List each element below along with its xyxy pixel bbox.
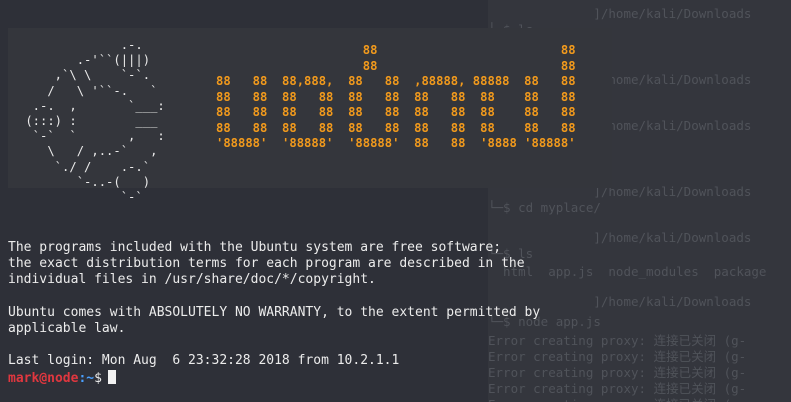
background-terminal-line: └─$ cd myplace/ xyxy=(488,200,601,215)
wordmark-line: 88 88 xyxy=(216,43,576,57)
logo-line: .-. , `___: xyxy=(18,98,165,113)
motd-line xyxy=(8,337,540,353)
wordmark-line: 88 88 88 88 88 88 88 88 88 88 88 xyxy=(216,120,576,135)
prompt-path: :~ xyxy=(78,370,95,386)
prompt-user-host: mark@node xyxy=(8,370,79,386)
background-terminal-line: ]/home/kali/Downloads xyxy=(488,6,752,21)
motd-line xyxy=(8,289,540,305)
motd-line: Ubuntu comes with ABSOLUTELY NO WARRANTY… xyxy=(8,304,541,320)
logo-line: \ / ,..-` , xyxy=(18,144,158,159)
logo-line: `-` ` , : xyxy=(18,129,165,144)
motd-line: applicable law. xyxy=(8,320,126,336)
logo-line: / \ '``-. ` xyxy=(18,83,158,98)
logo-line: (:::) : ___ xyxy=(18,114,158,129)
ubuntu-ascii-logo: .-. .-'``(|||) ,`\ \ `-`. / \ '``-. ` .-… xyxy=(18,38,165,205)
logo-line: .-'``(|||) xyxy=(18,53,151,68)
logo-line: `-` xyxy=(18,190,143,205)
wordmark-line: 88 88 88,888, 88 88 ,88888, 88888 88 88 xyxy=(216,74,576,88)
last-login-line: Last login: Mon Aug 6 23:32:28 2018 from… xyxy=(8,353,400,369)
motd-line: individual files in /usr/share/doc/*/cop… xyxy=(8,272,376,288)
logo-line: `./ / .-.` xyxy=(18,159,151,174)
motd-banner: .-. .-'``(|||) ,`\ \ `-`. / \ '``-. ` .-… xyxy=(8,28,612,204)
text-cursor[interactable] xyxy=(107,369,116,384)
motd-line: the exact distribution terms for each pr… xyxy=(8,256,525,272)
logo-line: .-. xyxy=(18,38,143,52)
prompt-symbol: $ xyxy=(94,370,102,386)
logo-line: `-..-( ) xyxy=(18,174,151,189)
ubuntu-ascii-wordmark: 88 88 88 88 88 88 88,888, 88 88 ,88888, … xyxy=(216,43,576,152)
wordmark-line: 88 88 xyxy=(216,58,576,73)
shell-prompt[interactable]: mark@node:~$ xyxy=(8,369,540,386)
logo-line: ,`\ \ `-`. xyxy=(18,68,151,83)
terminal-window[interactable]: ]/home/kali/Downloads└─$ ls ]/home/kali/… xyxy=(0,0,791,402)
background-terminal-line: Error creating proxy: 连接已关闭 (g- xyxy=(488,394,746,402)
terminal-output[interactable]: The programs included with the Ubuntu sy… xyxy=(8,240,540,386)
wordmark-line: 88 88 88 88 88 88 88 88 88 88 88 xyxy=(216,105,576,119)
wordmark-line: '88888' '88888' '88888' 88 88 '8888 '888… xyxy=(216,136,576,150)
wordmark-line: 88 88 88 88 88 88 88 88 88 88 88 xyxy=(216,89,576,104)
motd-line: The programs included with the Ubuntu sy… xyxy=(8,240,502,255)
